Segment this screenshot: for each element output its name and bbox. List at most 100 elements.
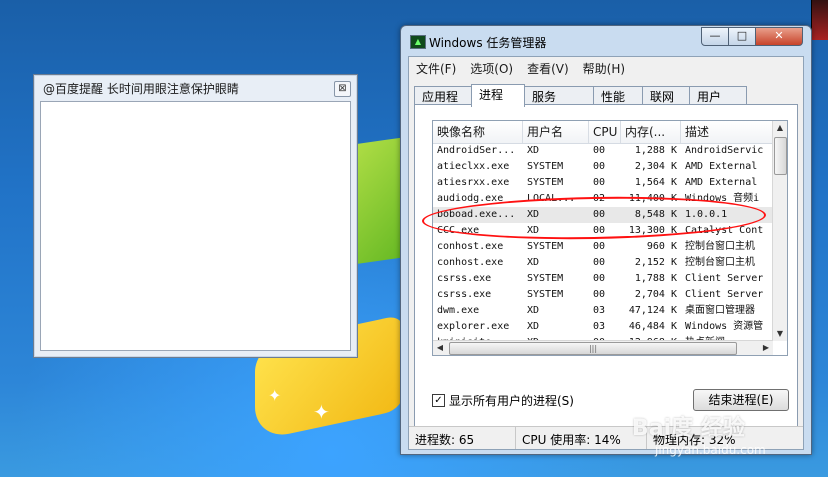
corner-thumbnail bbox=[811, 0, 828, 40]
tab-users[interactable]: 用户 bbox=[689, 86, 747, 106]
close-button[interactable]: ⊠ bbox=[334, 81, 351, 97]
menu-file[interactable]: 文件(F) bbox=[409, 57, 463, 77]
cell-cpu: 03 bbox=[593, 305, 606, 316]
vertical-scrollbar[interactable]: ▲ ▼ bbox=[772, 121, 787, 341]
scroll-down-icon[interactable]: ▼ bbox=[773, 327, 787, 341]
table-row[interactable]: csrss.exe SYSTEM 00 1,788 K Client Server bbox=[433, 271, 773, 287]
status-cpu-usage: CPU 使用率: 14% bbox=[516, 427, 647, 449]
cell-user-name: SYSTEM bbox=[527, 273, 564, 284]
cell-image-name: atiesrxx.exe bbox=[437, 177, 510, 188]
cell-cpu: 00 bbox=[593, 289, 606, 300]
sparkle-icon: ✦ bbox=[313, 400, 330, 424]
cell-description: AndroidServic bbox=[685, 145, 764, 156]
cell-description: Client Server bbox=[685, 289, 764, 300]
cell-memory: 2,704 K bbox=[634, 289, 677, 300]
column-image-name[interactable]: 映像名称 bbox=[433, 121, 523, 143]
column-memory[interactable]: 内存(... bbox=[621, 121, 681, 143]
table-row[interactable]: dwm.exe XD 03 47,124 K 桌面窗口管理器 bbox=[433, 303, 773, 319]
table-header: 映像名称 用户名 CPU 内存(... 描述 bbox=[433, 121, 773, 144]
tab-services[interactable]: 服务 bbox=[524, 86, 594, 106]
cell-user-name: SYSTEM bbox=[527, 161, 564, 172]
scroll-thumb-horizontal[interactable]: ||| bbox=[449, 342, 737, 355]
horizontal-scrollbar[interactable]: ◀ ||| ▶ bbox=[433, 340, 773, 355]
status-process-count: 进程数: 65 bbox=[409, 427, 516, 449]
scroll-up-icon[interactable]: ▲ bbox=[773, 121, 787, 135]
table-row[interactable]: AndroidSer... XD 00 1,288 K AndroidServic bbox=[433, 143, 773, 159]
cell-description: AMD External bbox=[685, 161, 758, 172]
cell-memory: 2,304 K bbox=[634, 161, 677, 172]
table-row[interactable]: explorer.exe XD 03 46,484 K Windows 资源管 bbox=[433, 319, 773, 335]
cell-memory: 47,124 K bbox=[628, 305, 677, 316]
tab-performance[interactable]: 性能 bbox=[593, 86, 643, 106]
cell-memory: 2,152 K bbox=[634, 257, 677, 268]
cell-image-name: explorer.exe bbox=[437, 321, 510, 332]
scroll-right-icon[interactable]: ▶ bbox=[759, 341, 773, 355]
cell-user-name: SYSTEM bbox=[527, 289, 564, 300]
cell-description: Windows 资源管 bbox=[685, 321, 764, 332]
scroll-left-icon[interactable]: ◀ bbox=[433, 341, 447, 355]
show-all-users-label: 显示所有用户的进程(S) bbox=[449, 394, 574, 408]
column-description[interactable]: 描述 bbox=[681, 121, 773, 143]
notification-title: @百度提醒 长时间用眼注意保护眼睛 bbox=[43, 82, 239, 96]
cell-user-name: XD bbox=[527, 145, 540, 156]
cell-description: 桌面窗口管理器 bbox=[685, 305, 755, 316]
cell-image-name: atieclxx.exe bbox=[437, 161, 510, 172]
table-body: AndroidSer... XD 00 1,288 K AndroidServic ati… bbox=[433, 143, 773, 355]
processes-panel: 映像名称 用户名 CPU 内存(... 描述 AndroidSer... XD 00… bbox=[414, 104, 798, 448]
cell-image-name: conhost.exe bbox=[437, 257, 504, 268]
cell-image-name: dwm.exe bbox=[437, 305, 480, 316]
tab-applications[interactable]: 应用程序 bbox=[414, 86, 472, 121]
cell-image-name: csrss.exe bbox=[437, 273, 492, 284]
table-row[interactable]: conhost.exe SYSTEM 00 960 K 控制台窗口主机 bbox=[433, 239, 773, 255]
cell-description: AMD External bbox=[685, 177, 758, 188]
menu-options[interactable]: 选项(O) bbox=[463, 57, 520, 77]
scroll-thumb[interactable] bbox=[774, 137, 787, 175]
task-manager-icon: ▲ bbox=[410, 35, 426, 49]
cell-memory: 960 K bbox=[646, 241, 677, 252]
tab-processes[interactable]: 进程 bbox=[471, 84, 525, 107]
cell-description: 控制台窗口主机 bbox=[685, 241, 755, 252]
close-button[interactable]: ✕ bbox=[755, 27, 803, 46]
end-process-button[interactable]: 结束进程(E) bbox=[693, 389, 789, 411]
column-user-name[interactable]: 用户名 bbox=[523, 121, 589, 143]
cell-memory: 1,564 K bbox=[634, 177, 677, 188]
cell-cpu: 00 bbox=[593, 241, 606, 252]
notification-body bbox=[40, 101, 351, 351]
table-row[interactable]: atiesrxx.exe SYSTEM 00 1,564 K AMD External bbox=[433, 175, 773, 191]
watermark-url: jingyan.baidu.com bbox=[655, 443, 766, 457]
cell-memory: 46,484 K bbox=[628, 321, 677, 332]
baidu-watermark: Bai度 经验 bbox=[632, 416, 745, 441]
cell-image-name: csrss.exe bbox=[437, 289, 492, 300]
cell-cpu: 00 bbox=[593, 161, 606, 172]
notification-window: @百度提醒 长时间用眼注意保护眼睛 ⊠ bbox=[33, 74, 358, 358]
minimize-button[interactable]: — bbox=[701, 27, 729, 46]
sparkle-icon: ✦ bbox=[268, 386, 282, 405]
cell-cpu: 00 bbox=[593, 273, 606, 284]
window-title: Windows 任务管理器 bbox=[429, 36, 547, 50]
cell-user-name: SYSTEM bbox=[527, 177, 564, 188]
cell-cpu: 00 bbox=[593, 257, 606, 268]
cell-cpu: 00 bbox=[593, 145, 606, 156]
menu-bar: 文件(F) 选项(O) 查看(V) 帮助(H) bbox=[409, 57, 803, 77]
cell-user-name: XD bbox=[527, 257, 540, 268]
table-row[interactable]: atieclxx.exe SYSTEM 00 2,304 K AMD External bbox=[433, 159, 773, 175]
table-row[interactable]: csrss.exe SYSTEM 00 2,704 K Client Server bbox=[433, 287, 773, 303]
column-cpu[interactable]: CPU bbox=[589, 121, 621, 143]
menu-view[interactable]: 查看(V) bbox=[520, 57, 576, 77]
cell-cpu: 03 bbox=[593, 321, 606, 332]
tab-strip: 应用程序 进程 服务 性能 联网 用户 bbox=[414, 84, 747, 121]
table-row[interactable]: conhost.exe XD 00 2,152 K 控制台窗口主机 bbox=[433, 255, 773, 271]
cell-image-name: AndroidSer... bbox=[437, 145, 516, 156]
cell-user-name: XD bbox=[527, 321, 540, 332]
tab-networking[interactable]: 联网 bbox=[642, 86, 690, 106]
task-manager-body: 文件(F) 选项(O) 查看(V) 帮助(H) 应用程序 进程 服务 性能 联网… bbox=[408, 56, 804, 450]
show-all-users-checkbox[interactable]: ✓ bbox=[432, 394, 445, 407]
maximize-button[interactable]: □ bbox=[728, 27, 756, 46]
show-all-users-option[interactable]: ✓ 显示所有用户的进程(S) bbox=[432, 392, 574, 409]
title-bar[interactable]: ▲ Windows 任务管理器 — □ ✕ bbox=[401, 26, 811, 54]
menu-help[interactable]: 帮助(H) bbox=[576, 57, 632, 77]
task-manager-window: ▲ Windows 任务管理器 — □ ✕ 文件(F) 选项(O) 查看(V) … bbox=[400, 25, 812, 455]
cell-cpu: 00 bbox=[593, 177, 606, 188]
cell-user-name: XD bbox=[527, 305, 540, 316]
cell-user-name: SYSTEM bbox=[527, 241, 564, 252]
